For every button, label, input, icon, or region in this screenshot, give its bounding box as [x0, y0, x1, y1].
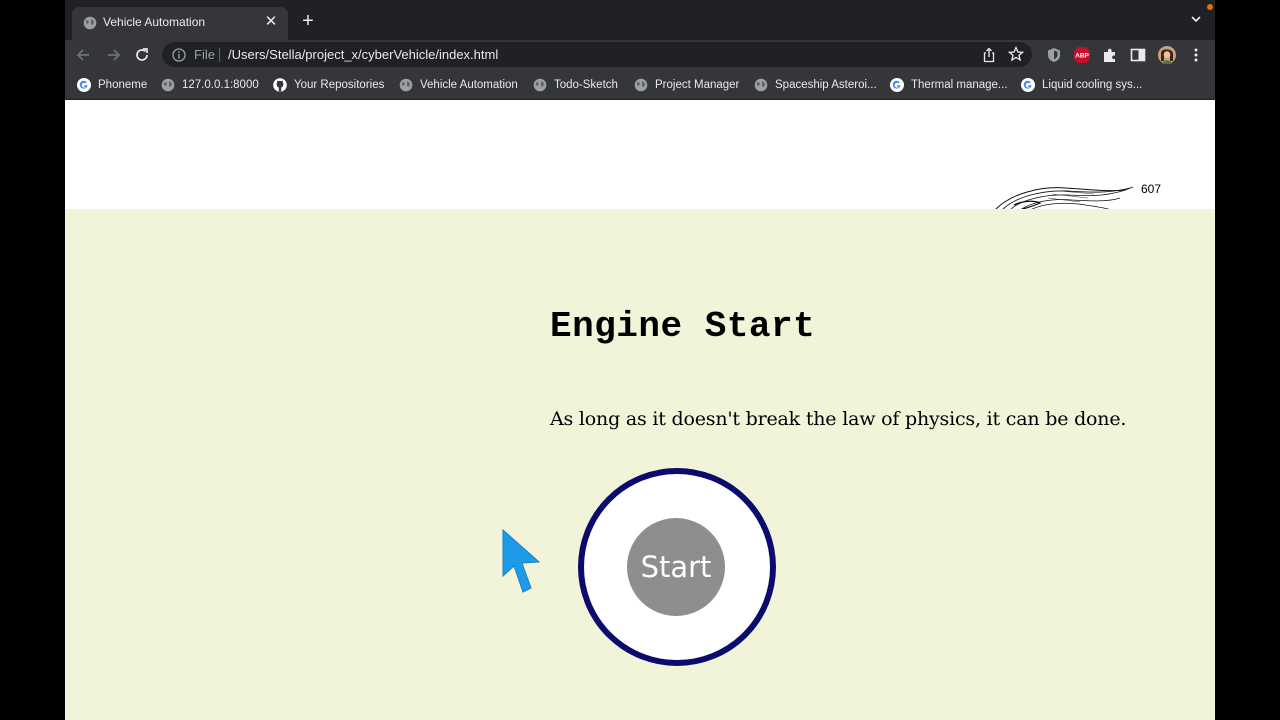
globe-icon — [754, 78, 768, 92]
bookmark-liquid-cooling[interactable]: Liquid cooling sys... — [1021, 77, 1142, 93]
bookmark-label: Phoneme — [98, 79, 148, 91]
info-icon[interactable] — [172, 48, 186, 62]
bookmark-project-manager[interactable]: Project Manager — [634, 77, 739, 93]
bookmark-spaceship-asteroids[interactable]: Spaceship Asteroi... — [754, 77, 877, 93]
bookmark-localhost[interactable]: 127.0.0.1:8000 — [161, 77, 259, 93]
bookmark-todo-sketch[interactable]: Todo-Sketch — [533, 77, 618, 93]
tagline-quote: As long as it doesn't break the law of p… — [550, 408, 1127, 430]
abp-label: ABP — [1075, 53, 1089, 60]
browser-window: Vehicle Automation ✕ + File /Users/Stell… — [65, 0, 1215, 720]
globe-icon — [399, 78, 413, 92]
page-content: 607 Engine Start As long as it doesn't b… — [65, 100, 1215, 720]
sketch-reference-number: 607 — [1141, 182, 1162, 196]
url-scheme-label: File — [194, 47, 215, 62]
tab-strip: Vehicle Automation ✕ + — [65, 0, 1215, 40]
bookmark-star-icon[interactable] — [1008, 46, 1024, 62]
reload-icon[interactable] — [132, 45, 152, 65]
side-panel-icon[interactable] — [1128, 45, 1148, 65]
back-arrow-icon[interactable] — [74, 45, 94, 65]
bookmark-label: Todo-Sketch — [554, 79, 618, 91]
bookmark-label: Your Repositories — [294, 79, 385, 91]
adblock-plus-icon[interactable]: ABP — [1072, 45, 1092, 65]
tab-vehicle-automation[interactable]: Vehicle Automation ✕ — [72, 7, 288, 40]
notification-dot — [1207, 4, 1213, 10]
shield-icon[interactable] — [1044, 45, 1064, 65]
google-icon — [77, 78, 91, 92]
bookmark-label: Thermal manage... — [911, 79, 1008, 91]
url-text[interactable]: /Users/Stella/project_x/cyberVehicle/ind… — [228, 47, 498, 62]
bookmarks-bar: Phoneme 127.0.0.1:8000 Your Repositories… — [65, 70, 1215, 100]
google-icon — [1021, 78, 1035, 92]
new-tab-button[interactable]: + — [297, 10, 319, 32]
omnibox-divider — [219, 48, 220, 62]
globe-icon — [533, 78, 547, 92]
tab-close-icon[interactable]: ✕ — [262, 13, 280, 31]
bookmark-vehicle-automation[interactable]: Vehicle Automation — [399, 77, 518, 93]
bookmark-label: Spaceship Asteroi... — [775, 79, 877, 91]
forward-arrow-icon[interactable] — [103, 45, 123, 65]
google-icon — [890, 78, 904, 92]
engine-start-button[interactable]: Start — [627, 518, 725, 616]
bookmark-label: Vehicle Automation — [420, 79, 518, 91]
address-bar[interactable]: File /Users/Stella/project_x/cyberVehicl… — [162, 42, 1032, 67]
extensions-puzzle-icon[interactable] — [1100, 45, 1120, 65]
header-image-band: 607 — [65, 100, 1215, 209]
vehicle-sketch-image — [995, 186, 1134, 209]
kebab-menu-icon[interactable] — [1186, 45, 1206, 65]
bookmark-label: Liquid cooling sys... — [1042, 79, 1143, 91]
bookmark-label: Project Manager — [655, 79, 740, 91]
browser-toolbar: File /Users/Stella/project_x/cyberVehicl… — [65, 40, 1215, 70]
profile-avatar[interactable] — [1157, 45, 1177, 65]
tab-title: Vehicle Automation — [103, 15, 206, 29]
globe-icon — [161, 78, 175, 92]
bookmark-phoneme[interactable]: Phoneme — [77, 77, 147, 93]
globe-icon — [83, 16, 97, 30]
page-heading: Engine Start — [550, 306, 816, 347]
mouse-cursor-icon — [502, 528, 541, 593]
globe-icon — [634, 78, 648, 92]
tab-search-chevron-icon[interactable] — [1189, 12, 1203, 26]
bookmark-label: 127.0.0.1:8000 — [182, 79, 259, 91]
bookmark-thermal-management[interactable]: Thermal manage... — [890, 77, 1008, 93]
github-icon — [273, 78, 287, 92]
bookmark-your-repositories[interactable]: Your Repositories — [273, 77, 384, 93]
share-icon[interactable] — [982, 47, 996, 63]
